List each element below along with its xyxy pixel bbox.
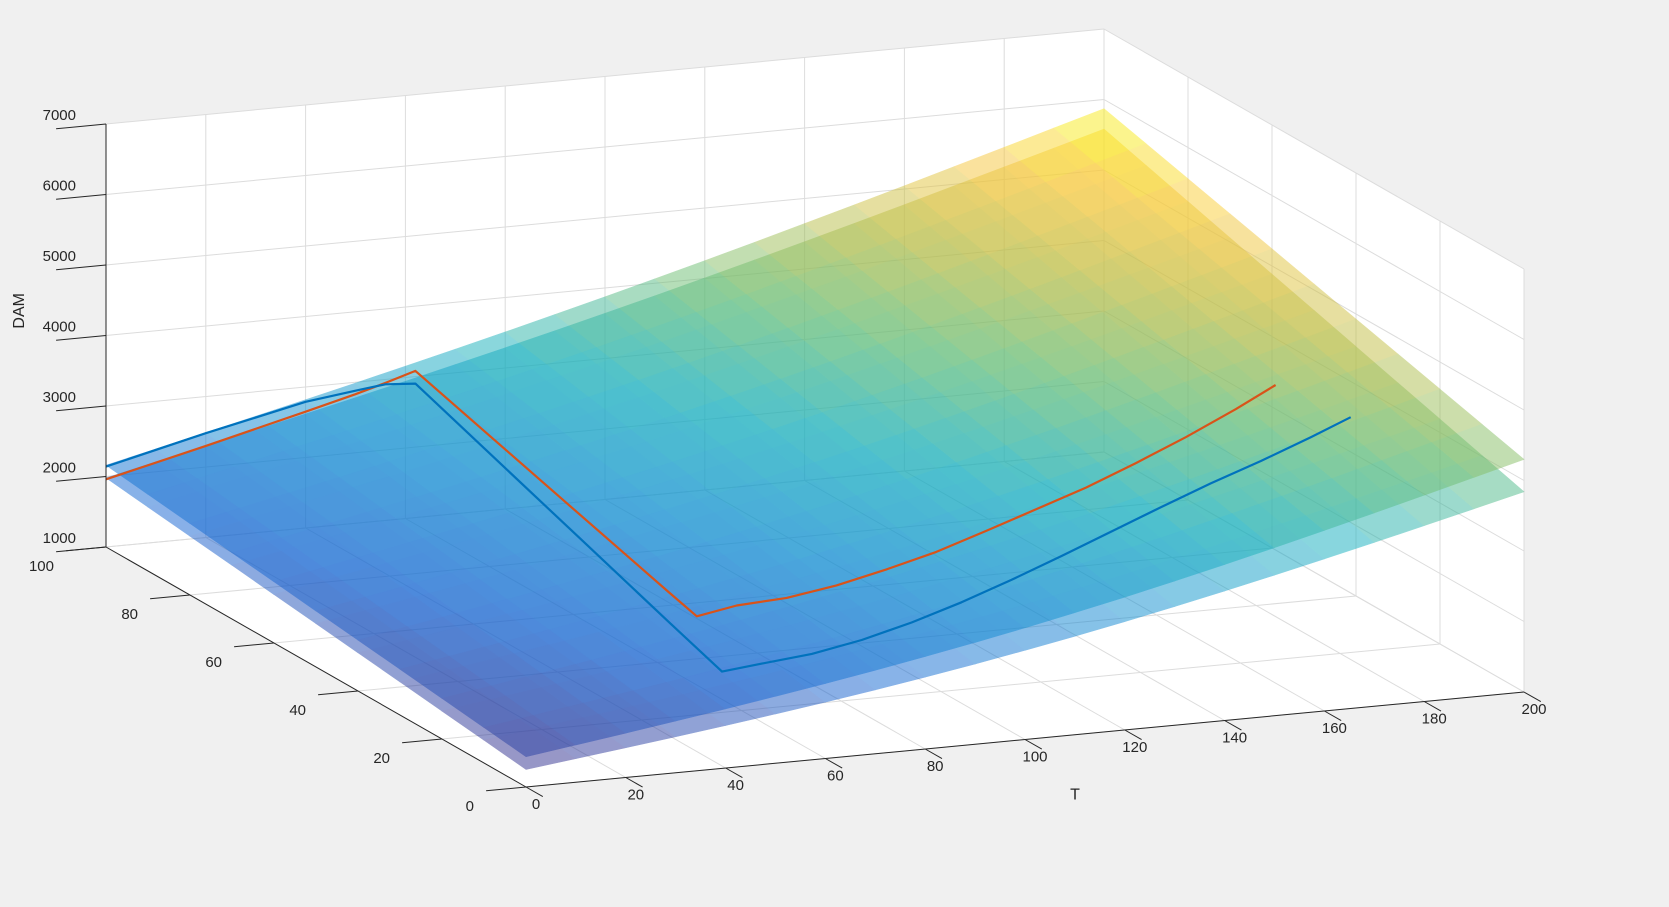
z-tick-label: 2000 [43, 460, 76, 477]
z-tick-mark [56, 405, 107, 412]
y-tick-mark [486, 786, 527, 792]
z-axis-label: DAM [11, 293, 28, 329]
y-tick-mark [234, 642, 275, 648]
z-tick-label: 3000 [43, 389, 76, 406]
y-tick-label: 100 [29, 558, 54, 575]
x-axis-label: T [1070, 787, 1080, 804]
x-tick-label: 40 [727, 777, 744, 794]
x-tick-label: 0 [532, 796, 540, 813]
x-tick-label: 120 [1122, 739, 1147, 756]
x-tick-label: 140 [1222, 730, 1247, 747]
surface-plot: 0204060801001201401601802000204060801001… [11, 28, 1547, 815]
x-tick-label: 200 [1521, 701, 1546, 718]
z-tick-label: 4000 [43, 319, 76, 336]
z-tick-label: 6000 [43, 178, 76, 195]
z-tick-label: 7000 [43, 107, 76, 124]
y-tick-label: 0 [466, 798, 474, 815]
z-tick-mark [56, 123, 107, 130]
x-tick-label: 60 [827, 768, 844, 785]
x-tick-label: 180 [1422, 711, 1447, 728]
z-tick-mark [56, 476, 107, 482]
z-tick-mark [56, 194, 107, 200]
x-tick-label: 160 [1322, 720, 1347, 737]
z-tick-mark [56, 264, 107, 271]
z-tick-label: 1000 [43, 530, 76, 547]
x-tick-label: 100 [1022, 749, 1047, 766]
y-tick-mark [402, 738, 443, 744]
y-tick-label: 40 [289, 702, 306, 719]
y-tick-label: 80 [121, 606, 138, 623]
z-tick-mark [56, 546, 107, 553]
y-tick-mark [318, 690, 359, 696]
y-tick-mark [150, 594, 191, 600]
z-tick-mark [56, 335, 107, 341]
x-tick-label: 80 [927, 758, 944, 775]
y-tick-label: 60 [205, 654, 222, 671]
y-tick-label: 20 [373, 750, 390, 767]
x-tick-label: 20 [627, 787, 644, 804]
z-tick-label: 5000 [43, 248, 76, 265]
